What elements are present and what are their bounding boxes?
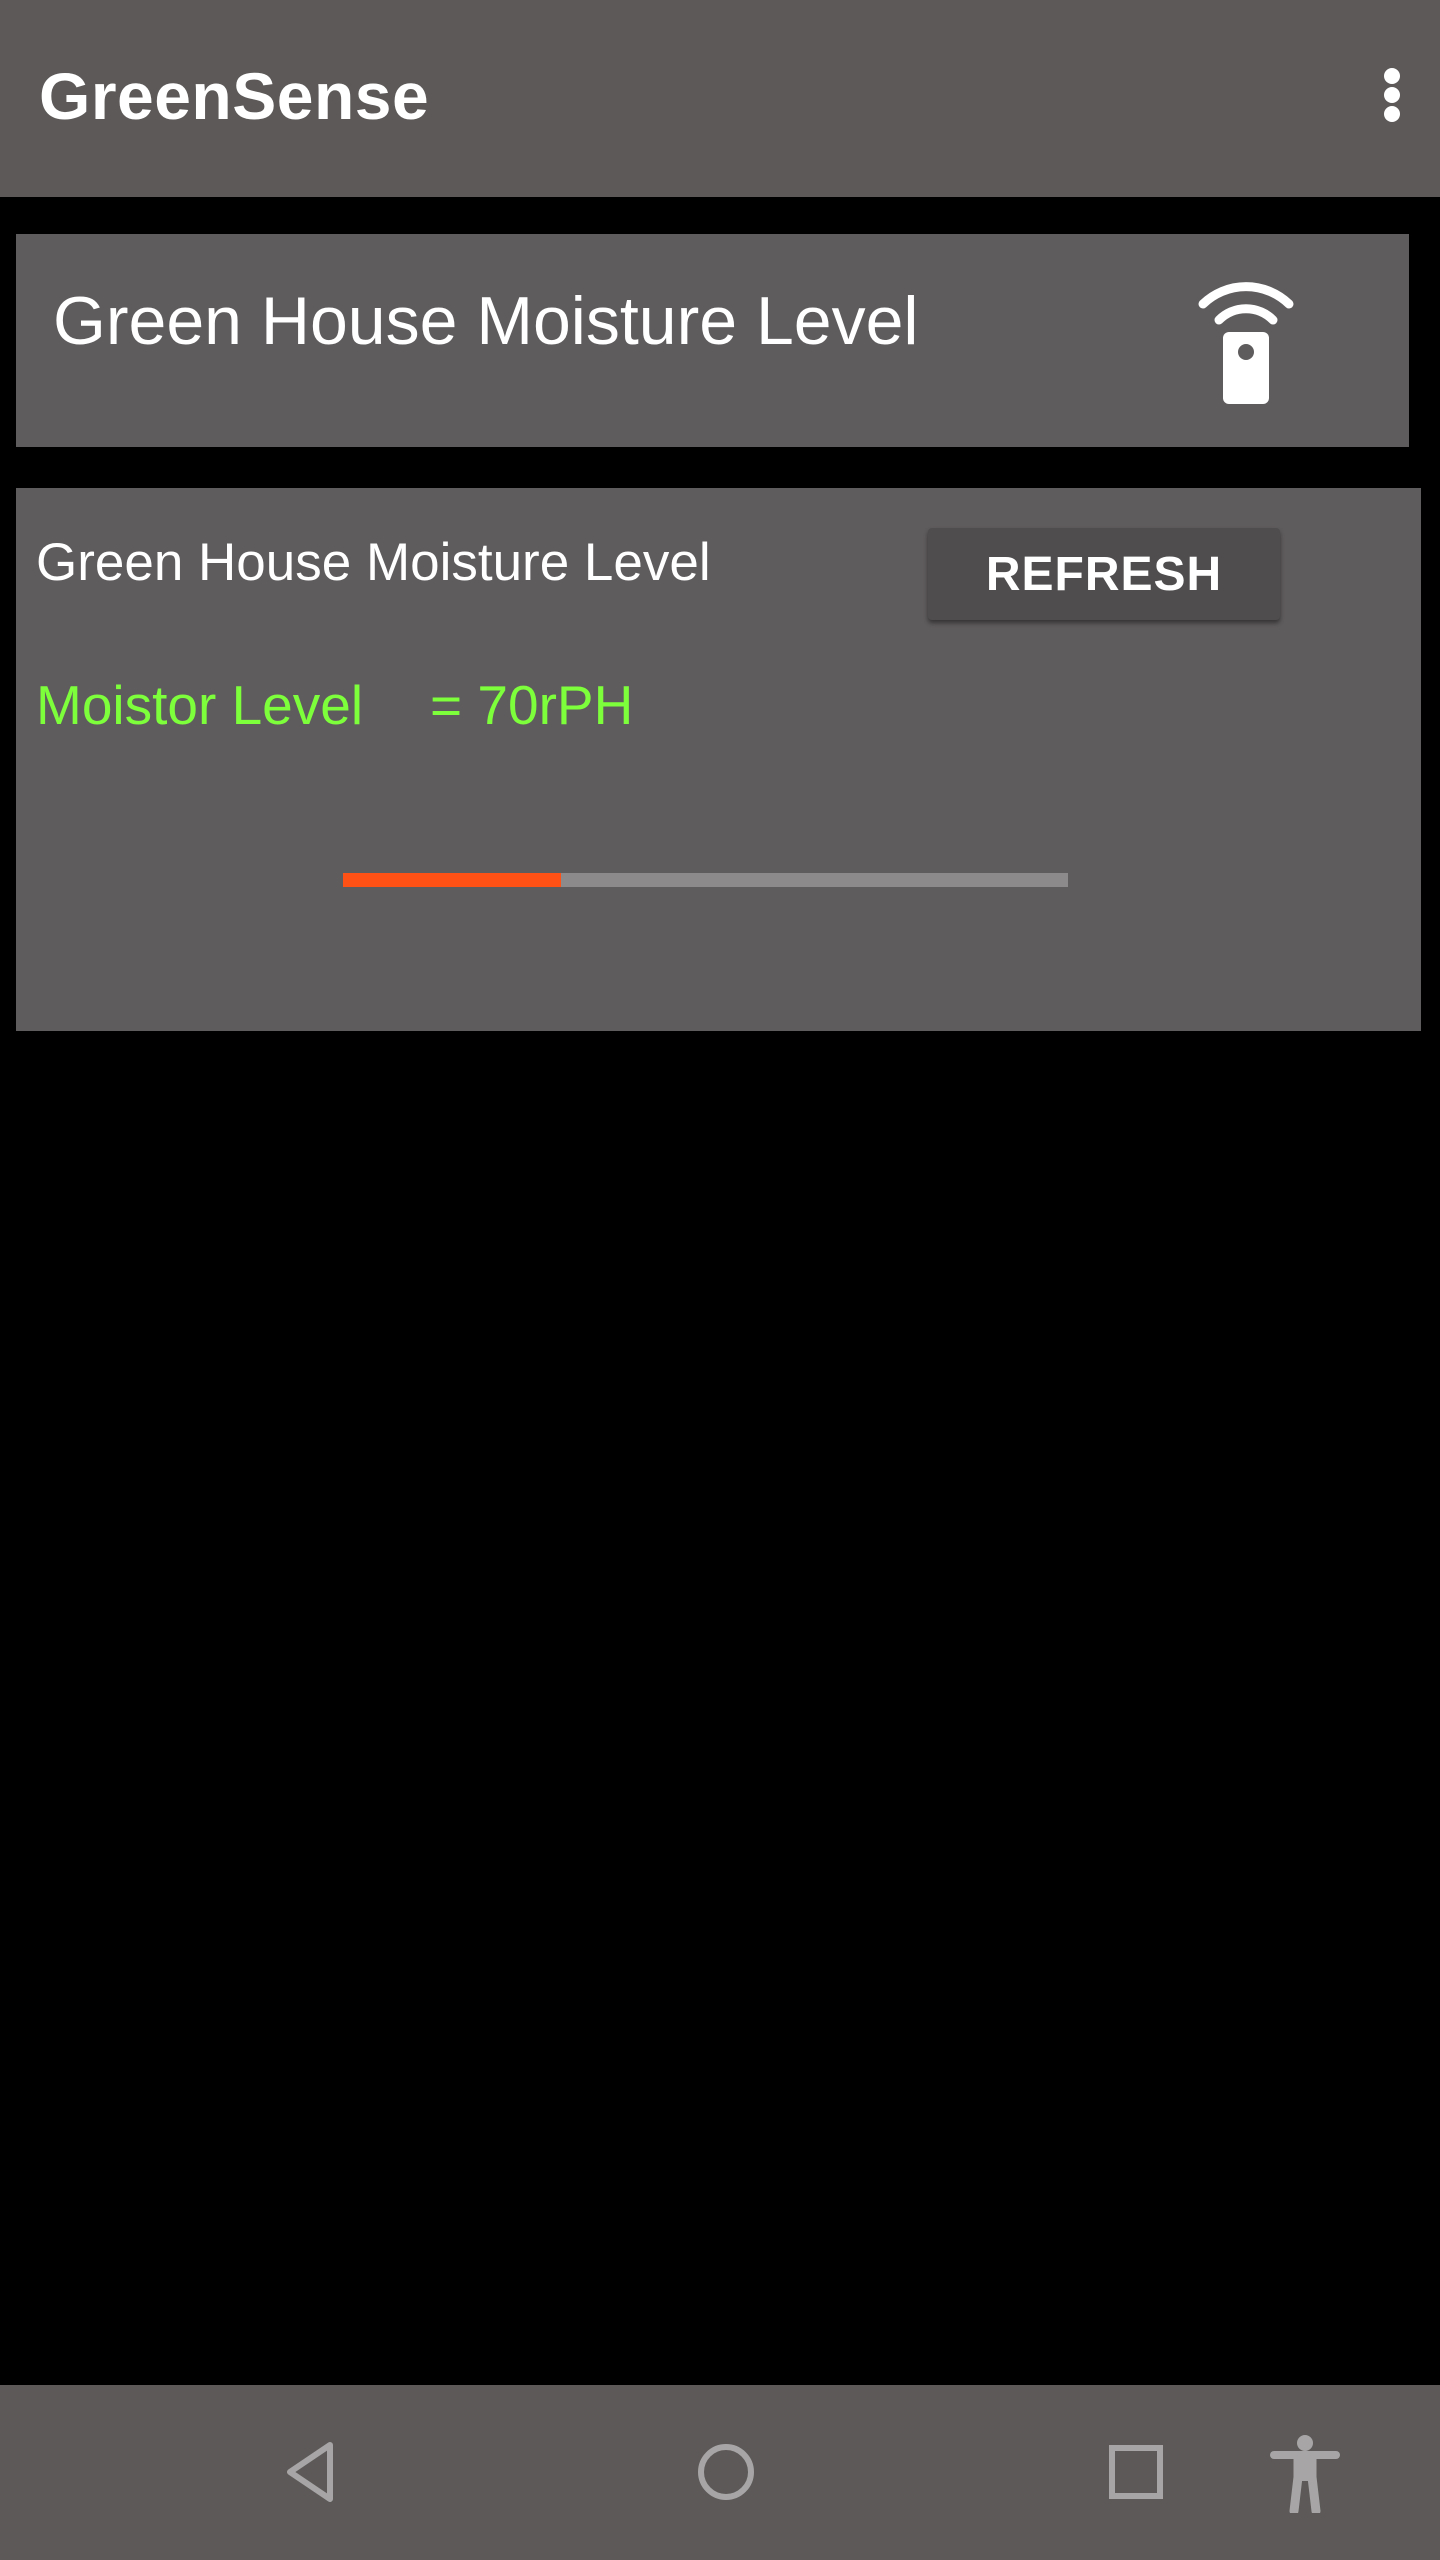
refresh-button[interactable]: REFRESH — [928, 528, 1280, 620]
more-vert-icon[interactable] — [1370, 60, 1414, 130]
app-bar: GreenSense — [0, 0, 1440, 197]
moisture-progress-bar — [343, 873, 1068, 887]
app-title: GreenSense — [39, 59, 430, 133]
remote-wifi-icon — [1198, 282, 1294, 404]
accessibility-icon[interactable] — [1270, 2433, 1340, 2513]
moisture-level-value: = 70rPH — [430, 674, 634, 736]
recents-icon[interactable] — [1107, 2443, 1165, 2501]
moisture-level-label: Moistor Level — [36, 674, 364, 736]
reading-card: Green House Moisture Level REFRESH Moist… — [16, 488, 1421, 1031]
home-icon[interactable] — [695, 2441, 757, 2503]
system-nav-bar — [0, 2385, 1440, 2560]
header-card: Green House Moisture Level — [16, 234, 1409, 447]
back-icon[interactable] — [280, 2441, 342, 2503]
reading-card-title: Green House Moisture Level — [36, 533, 711, 592]
moisture-progress-fill — [343, 873, 561, 887]
header-card-title: Green House Moisture Level — [53, 283, 919, 359]
